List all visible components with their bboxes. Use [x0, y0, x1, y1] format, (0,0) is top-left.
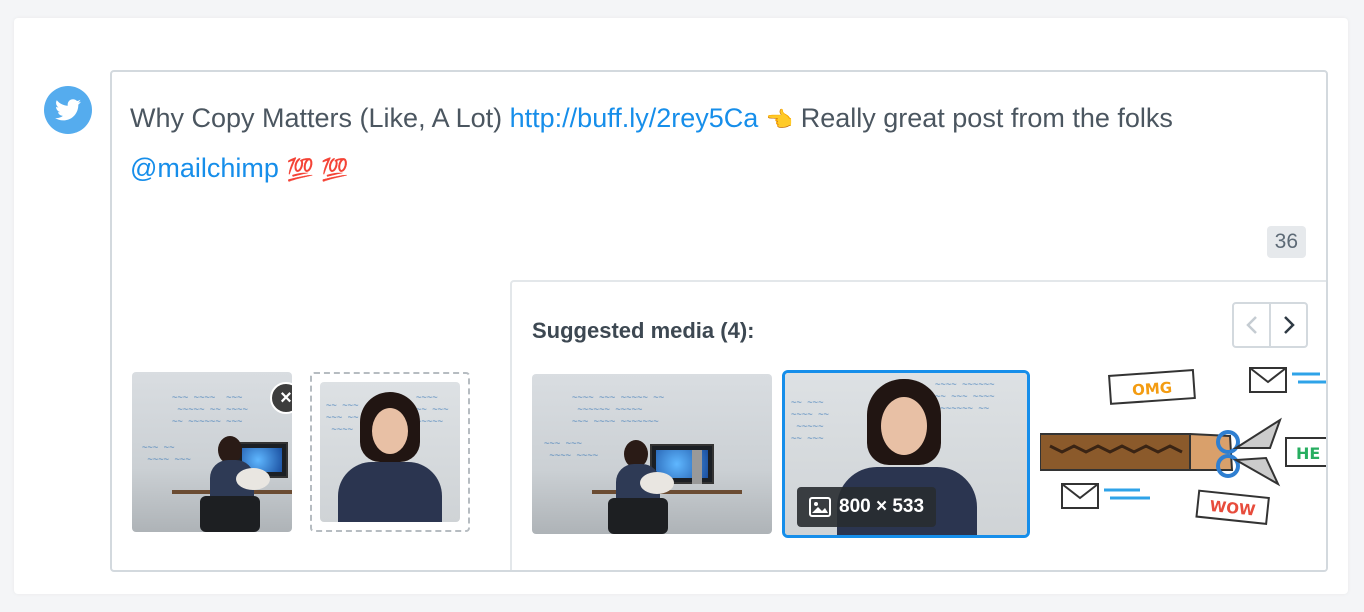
twitter-profile-avatar[interactable]	[44, 86, 92, 134]
email-scissors-illustration: OMG HE WOW	[1040, 367, 1326, 525]
twitter-icon	[55, 99, 81, 121]
suggested-media-item[interactable]: ~~~~ ~~~ ~~~~~ ~~ ~~~~~~ ~~~~~ ~~~ ~~~~ …	[532, 374, 772, 534]
tag-omg: OMG	[1132, 379, 1173, 400]
post-text-mid: Really great post from the folks	[793, 103, 1173, 133]
post-composer[interactable]: Why Copy Matters (Like, A Lot) http://bu…	[110, 70, 1328, 572]
post-card: Why Copy Matters (Like, A Lot) http://bu…	[14, 18, 1348, 594]
character-counter: 36	[1266, 226, 1306, 258]
suggested-media-pager	[1232, 302, 1308, 348]
office-photo: ~~~ ~~~~ ~~~ ~~~~~ ~~ ~~~~ ~~ ~~~~~~ ~~~…	[132, 372, 292, 532]
hundred-emoji: 💯	[321, 157, 349, 182]
image-size-badge: 800 × 533	[797, 487, 937, 527]
post-text-editor[interactable]: Why Copy Matters (Like, A Lot) http://bu…	[130, 94, 1310, 194]
post-link[interactable]: http://buff.ly/2rey5Ca	[510, 103, 759, 133]
pointing-hand-emoji: 👈	[765, 107, 794, 132]
portrait-photo: ~~ ~~~ ~~~ ~~ ~~~~ ~~~~ ~~ ~~~ ~~~~~	[320, 382, 460, 522]
pending-media-thumbnail: ~~ ~~~ ~~~ ~~ ~~~~ ~~~~ ~~ ~~~ ~~~~~	[320, 382, 460, 522]
attached-media-thumbnail[interactable]: ~~~ ~~~~ ~~~ ~~~~~ ~~ ~~~~ ~~ ~~~~~~ ~~~…	[132, 372, 292, 532]
suggested-media-item-selected[interactable]: ~~ ~~~ ~~~~ ~~ ~~~~~ ~~ ~~~ ~~~~ ~~~~~~ …	[782, 370, 1030, 538]
image-size-label: 800 × 533	[839, 496, 925, 517]
chevron-left-icon	[1245, 316, 1257, 334]
post-mention[interactable]: @mailchimp	[130, 153, 279, 183]
suggested-media-panel: Suggested media (4): ~~~~ ~~~ ~~~~~ ~~ ~…	[510, 280, 1326, 570]
media-drop-slot[interactable]: ~~ ~~~ ~~~ ~~ ~~~~ ~~~~ ~~ ~~~ ~~~~~	[310, 372, 470, 532]
suggested-media-title: Suggested media (4):	[532, 318, 755, 343]
chevron-right-icon	[1283, 316, 1295, 334]
next-button[interactable]	[1271, 304, 1306, 346]
previous-button[interactable]	[1234, 304, 1271, 346]
post-text-start: Why Copy Matters (Like, A Lot)	[130, 103, 510, 133]
image-icon	[809, 497, 831, 517]
suggested-media-item[interactable]: OMG HE WOW	[1040, 364, 1326, 544]
tag-hey: HE	[1296, 444, 1320, 463]
office-photo: ~~~~ ~~~ ~~~~~ ~~ ~~~~~~ ~~~~~ ~~~ ~~~~ …	[532, 374, 772, 534]
hundred-emoji: 💯	[286, 157, 314, 182]
